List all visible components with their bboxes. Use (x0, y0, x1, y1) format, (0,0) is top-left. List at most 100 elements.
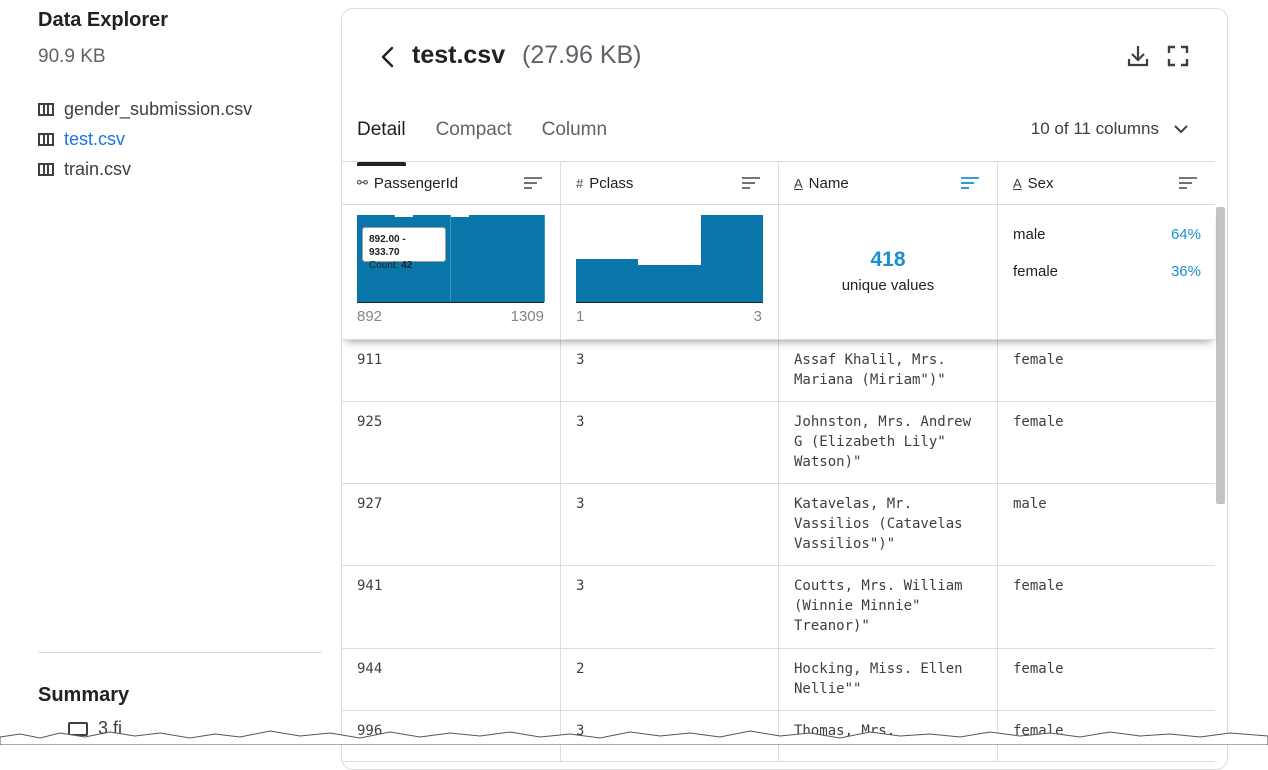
cell-sex: female (1013, 578, 1064, 594)
data-table: ⚯ PassengerId # Pclass A Name A Sex 892.… (342, 161, 1215, 762)
file-item-gender-submission[interactable]: gender_submission.csv (38, 94, 252, 124)
cell-passengerid: 925 (342, 402, 561, 483)
numeric-type-icon: # (576, 175, 584, 191)
column-selector[interactable]: 10 of 11 columns (1031, 119, 1189, 139)
histogram-bar[interactable] (506, 215, 527, 302)
file-item-label: gender_submission.csv (64, 98, 253, 119)
download-icon (1127, 46, 1149, 67)
sidebar-title: Data Explorer (38, 9, 169, 31)
table-icon (38, 102, 54, 116)
dataset-size: 90.9 KB (38, 46, 106, 67)
summary-title: Summary (38, 684, 130, 706)
pclass-histogram[interactable] (576, 215, 763, 303)
cell-name: Johnston, Mrs. Andrew G (Elizabeth Lily"… (779, 402, 998, 483)
tooltip-count-label: Count: (369, 260, 402, 271)
histogram-bar[interactable] (638, 264, 701, 302)
cell-name: Hocking, Miss. Ellen Nellie"" (779, 649, 998, 710)
tooltip-range: 892.00 - 933.70 (369, 234, 406, 258)
cell-passengerid: 927 (342, 484, 561, 565)
fullscreen-button[interactable] (1165, 43, 1191, 69)
table-row: 944 2 Hocking, Miss. Ellen Nellie"" fema… (342, 649, 1215, 711)
file-item-train[interactable]: train.csv (38, 154, 252, 184)
cell-passengerid: 941 (342, 566, 561, 648)
histogram-bar[interactable] (525, 215, 545, 302)
sort-icon-active[interactable] (961, 176, 979, 190)
name-summary: 418 unique values (779, 205, 998, 339)
column-header-label: Name (808, 174, 849, 192)
sidebar: Data Explorer 90.9 KB gender_submission.… (38, 0, 322, 745)
histogram-bar[interactable] (576, 259, 639, 302)
histogram-bar[interactable] (450, 217, 471, 302)
histogram-min: 892 (357, 308, 383, 325)
file-item-label: test.csv (64, 128, 126, 149)
category-row-male: male 64% (1013, 226, 1201, 243)
chevron-left-icon (381, 46, 394, 68)
cell-sex: female (1013, 661, 1064, 677)
pclass-summary: 1 3 (561, 205, 779, 339)
vertical-scrollbar[interactable] (1216, 207, 1225, 504)
file-preview-card: test.csv (27.96 KB) Detail Compact Colum… (341, 8, 1228, 770)
cell-passengerid: 911 (342, 340, 561, 401)
back-button[interactable] (376, 43, 400, 71)
cell-pclass: 3 (561, 566, 779, 648)
sex-summary: male 64% female 36% (998, 205, 1215, 339)
file-list: gender_submission.csv test.csv train.csv (38, 94, 252, 184)
category-row-female: female 36% (1013, 263, 1201, 280)
table-row: 911 3 Assaf Khalil, Mrs. Mariana (Miriam… (342, 340, 1215, 402)
table-row: 941 3 Coutts, Mrs. William (Winnie Minni… (342, 566, 1215, 649)
column-header-sex[interactable]: A Sex (998, 162, 1215, 204)
cell-passengerid: 944 (342, 649, 561, 710)
cell-pclass: 3 (561, 340, 779, 401)
passengerid-summary: 892.00 - 933.70 Count: 42 892 1309 (342, 205, 561, 339)
sort-icon[interactable] (1179, 176, 1197, 190)
sort-icon[interactable] (524, 176, 542, 190)
cell-name: Coutts, Mrs. William (Winnie Minnie" Tre… (779, 566, 998, 648)
histogram-tooltip: 892.00 - 933.70 Count: 42 (362, 227, 446, 271)
histogram-bar[interactable] (469, 215, 489, 302)
file-title: test.csv (412, 41, 506, 69)
tab-compact[interactable]: Compact (436, 117, 512, 161)
column-header-passengerid[interactable]: ⚯ PassengerId (342, 162, 561, 204)
cell-pclass: 2 (561, 649, 779, 710)
cell-sex: female (1013, 414, 1064, 430)
download-button[interactable] (1125, 43, 1151, 69)
histogram-bar[interactable] (700, 215, 763, 302)
chevron-down-icon (1174, 125, 1188, 134)
cell-sex: male (1013, 496, 1047, 512)
id-type-icon: ⚯ (357, 175, 368, 190)
category-label: male (1013, 226, 1046, 243)
column-summary-row: 892.00 - 933.70 Count: 42 892 1309 1 3 4… (342, 205, 1215, 340)
file-item-test[interactable]: test.csv (38, 124, 252, 154)
file-item-label: train.csv (64, 158, 132, 179)
string-type-icon: A (1013, 175, 1022, 191)
table-row: 925 3 Johnston, Mrs. Andrew G (Elizabeth… (342, 402, 1215, 484)
view-tabs: Detail Compact Column (357, 117, 637, 166)
table-icon (38, 132, 54, 146)
cell-name: Katavelas, Mr. Vassilios (Catavelas Vass… (779, 484, 998, 565)
table-row: 927 3 Katavelas, Mr. Vassilios (Catavela… (342, 484, 1215, 566)
histogram-min: 1 (576, 308, 585, 325)
category-percent: 36% (1170, 263, 1201, 280)
column-header-name[interactable]: A Name (779, 162, 998, 204)
column-header-pclass[interactable]: # Pclass (561, 162, 779, 204)
unique-count: 418 (870, 248, 906, 271)
sidebar-divider (38, 652, 322, 653)
column-header-label: Sex (1027, 174, 1054, 192)
sort-icon[interactable] (742, 176, 760, 190)
preview-header: test.csv (27.96 KB) (342, 39, 1227, 79)
cell-name: Assaf Khalil, Mrs. Mariana (Miriam")" (779, 340, 998, 401)
tab-detail[interactable]: Detail (357, 117, 406, 166)
column-selector-label: 10 of 11 columns (1030, 119, 1159, 138)
torn-edge (0, 730, 1268, 745)
histogram-max: 3 (753, 308, 762, 325)
tab-column[interactable]: Column (542, 117, 607, 161)
histogram-bar[interactable] (487, 215, 508, 302)
string-type-icon: A (794, 175, 803, 191)
table-icon (38, 162, 54, 176)
category-label: female (1013, 263, 1059, 280)
cell-pclass: 3 (561, 484, 779, 565)
column-header-label: PassengerId (373, 174, 459, 192)
histogram-max: 1309 (510, 308, 544, 325)
category-percent: 64% (1170, 226, 1201, 243)
cell-sex: female (1013, 352, 1064, 368)
